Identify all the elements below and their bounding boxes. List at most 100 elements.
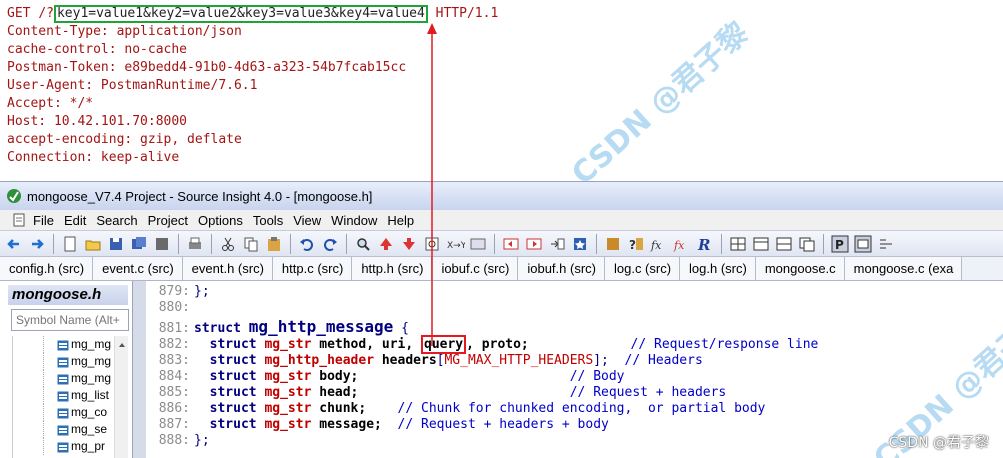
svg-text:X→Y: X→Y: [447, 241, 465, 251]
close-file-icon[interactable]: [152, 234, 172, 254]
menu-search[interactable]: Search: [91, 213, 142, 228]
symbol-list-item[interactable]: mg_list: [13, 387, 130, 404]
find-next-icon[interactable]: [399, 234, 419, 254]
save-all-icon[interactable]: [129, 234, 149, 254]
source-insight-window: mongoose_V7.4 Project - Source Insight 4…: [0, 181, 1003, 458]
tab-event-c[interactable]: event.c (src): [93, 257, 183, 280]
bookmark-icon[interactable]: [570, 234, 590, 254]
cut-icon[interactable]: [218, 234, 238, 254]
code-editor[interactable]: 879:}; 880: 881: struct mg_http_message {…: [146, 281, 1003, 458]
request-method: GET: [7, 6, 31, 21]
back-arrow-icon[interactable]: [4, 234, 24, 254]
menu-options[interactable]: Options: [193, 213, 248, 228]
tab-log-c[interactable]: log.c (src): [604, 257, 681, 280]
toolbar-separator: [290, 233, 291, 254]
layout-b-icon[interactable]: [751, 234, 771, 254]
open-folder-icon[interactable]: [83, 234, 103, 254]
tab-mongoose-c[interactable]: mongoose.c: [755, 257, 845, 280]
header-line: Connection: keep-alive: [7, 150, 180, 165]
project-window-icon[interactable]: P: [830, 234, 850, 254]
find-icon[interactable]: [353, 234, 373, 254]
context-window-icon[interactable]: [853, 234, 873, 254]
code-line: 887: struct mg_str message; // Request +…: [158, 417, 609, 432]
request-line: GET /? key1=value1&key2=value2&key3=value…: [7, 5, 498, 23]
new-file-icon[interactable]: [60, 234, 80, 254]
menu-file[interactable]: File: [28, 213, 59, 228]
code-line: 881: struct mg_http_message {: [158, 317, 409, 336]
more-icon[interactable]: [876, 234, 896, 254]
relation-icon[interactable]: R: [695, 234, 715, 254]
print-icon[interactable]: [185, 234, 205, 254]
tab-config-h[interactable]: config.h (src): [0, 257, 94, 280]
menu-edit[interactable]: Edit: [59, 213, 91, 228]
tab-http-h[interactable]: http.h (src): [352, 257, 433, 280]
code-line: 884: struct mg_str body; // Body: [158, 369, 625, 384]
tab-http-c[interactable]: http.c (src): [272, 257, 353, 280]
menu-view[interactable]: View: [288, 213, 326, 228]
symbol-panel-title: mongoose.h: [8, 285, 128, 305]
save-icon[interactable]: [106, 234, 126, 254]
code-line: 880:: [158, 300, 190, 315]
reference-icon[interactable]: fx: [672, 234, 692, 254]
bookmark-prev-icon[interactable]: [501, 234, 521, 254]
lookup-icon[interactable]: [603, 234, 623, 254]
func-icon[interactable]: fx: [649, 234, 669, 254]
svg-text:R: R: [697, 236, 710, 254]
code-line: 888:};: [158, 433, 210, 448]
http-version: HTTP/1.1: [435, 6, 499, 21]
toolbar-separator: [494, 233, 495, 254]
layout-c-icon[interactable]: [774, 234, 794, 254]
replace-icon[interactable]: X→Y: [445, 234, 465, 254]
code-line: 886: struct mg_str chunk; // Chunk for c…: [158, 401, 766, 416]
request-path-prefix: /?: [38, 6, 54, 21]
menu-project[interactable]: Project: [143, 213, 193, 228]
copy-icon[interactable]: [241, 234, 261, 254]
tab-iobuf-h[interactable]: iobuf.h (src): [518, 257, 605, 280]
symbol-list-item-label: mg_mg: [71, 337, 112, 351]
query-string-highlight: key1=value1&key2=value2&key3=value3&key4…: [53, 5, 428, 23]
symbol-list-item[interactable]: mg_pr: [13, 438, 130, 455]
menu-help[interactable]: Help: [382, 213, 419, 228]
symbol-search-input[interactable]: [11, 309, 129, 331]
struct-symbol-icon: [57, 390, 69, 402]
symbol-list-item-label: mg_mg: [71, 354, 112, 368]
tree-line: [43, 438, 55, 455]
find-prev-icon[interactable]: [376, 234, 396, 254]
menu-window[interactable]: Window: [326, 213, 382, 228]
toolbar-separator: [721, 233, 722, 254]
layout-a-icon[interactable]: [728, 234, 748, 254]
symbol-list-item-label: mg_se: [71, 422, 108, 436]
file-tab-bar: config.h (src) event.c (src) event.h (sr…: [0, 257, 1003, 281]
symbol-panel: mongoose.h mg_mg mg_mg mg_mg mg_list mg_comg…: [0, 281, 133, 458]
toolbar-separator: [596, 233, 597, 254]
jump-def-icon[interactable]: ?: [626, 234, 646, 254]
header-line: accept-encoding: gzip, deflate: [7, 132, 242, 147]
symbol-list-item[interactable]: mg_mg: [13, 336, 130, 353]
tab-mongoose-c-examples[interactable]: mongoose.c (exa: [844, 257, 963, 280]
csdn-credit: CSDN @君子黎: [888, 435, 989, 451]
symbol-list-item[interactable]: mg_mg: [13, 353, 130, 370]
menu-tools[interactable]: Tools: [248, 213, 288, 228]
bookmark-list-icon[interactable]: [547, 234, 567, 254]
struct-symbol-icon: [57, 339, 69, 351]
paste-icon[interactable]: [264, 234, 284, 254]
symbol-list-item[interactable]: mg_mg: [13, 370, 130, 387]
browse-icon[interactable]: [468, 234, 488, 254]
tree-line: [43, 421, 55, 438]
tab-iobuf-c[interactable]: iobuf.c (src): [432, 257, 519, 280]
tab-event-h[interactable]: event.h (src): [182, 257, 273, 280]
symbol-list-scrollbar[interactable]: [114, 336, 128, 458]
undo-icon[interactable]: [297, 234, 317, 254]
header-line: Host: 10.42.101.70:8000: [7, 114, 188, 129]
tab-log-h[interactable]: log.h (src): [680, 257, 756, 280]
search-files-icon[interactable]: [422, 234, 442, 254]
symbol-list-item[interactable]: mg_co: [13, 404, 130, 421]
forward-arrow-icon[interactable]: [27, 234, 47, 254]
redo-icon[interactable]: [320, 234, 340, 254]
layout-d-icon[interactable]: [797, 234, 817, 254]
tree-line: [43, 387, 55, 404]
document-icon[interactable]: [12, 213, 26, 227]
window-titlebar[interactable]: mongoose_V7.4 Project - Source Insight 4…: [0, 182, 1003, 210]
bookmark-next-icon[interactable]: [524, 234, 544, 254]
symbol-list-item[interactable]: mg_se: [13, 421, 130, 438]
